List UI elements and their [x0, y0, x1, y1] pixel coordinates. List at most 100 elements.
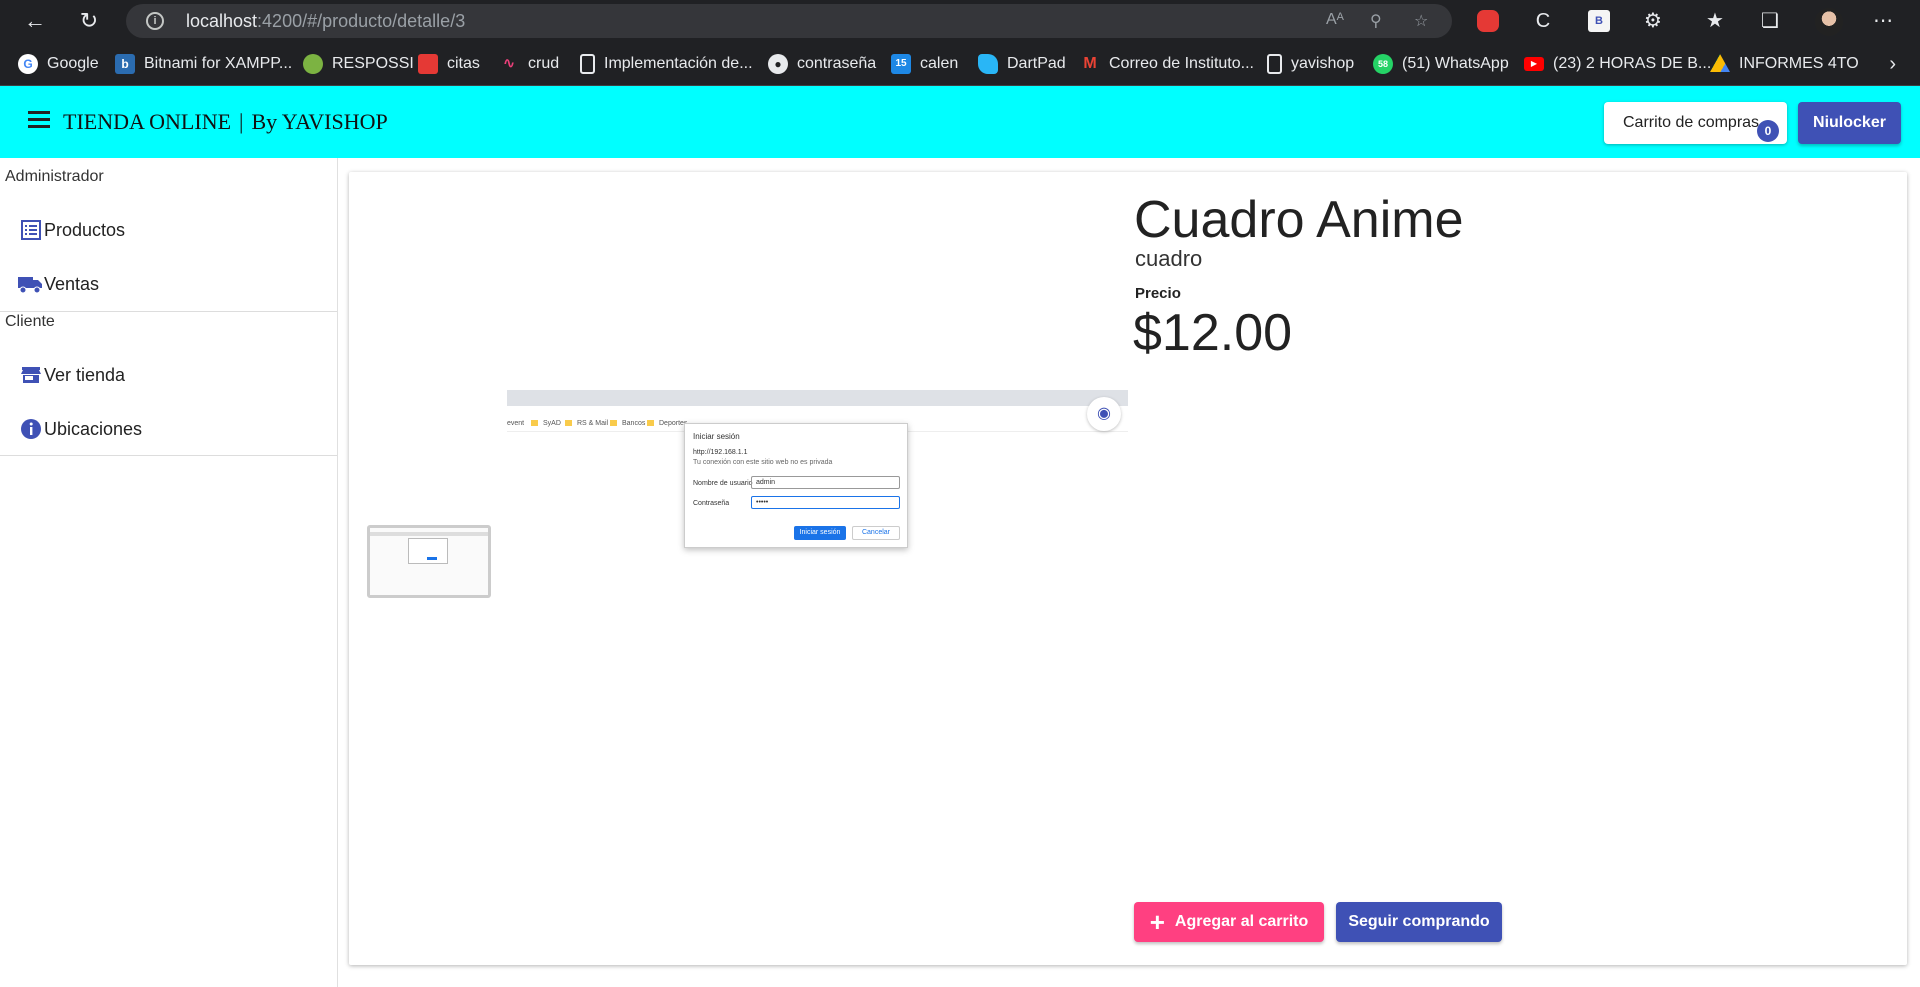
sidebar-item-label: Ventas: [44, 273, 100, 294]
calendar-icon: 15: [891, 54, 911, 74]
bookmark-label: RESPOSSI: [332, 55, 414, 72]
continue-shopping-button[interactable]: Seguir comprando: [1336, 902, 1502, 942]
image-text: admin: [751, 476, 900, 489]
product-thumbnail[interactable]: [367, 525, 491, 598]
image-text: Cancelar: [852, 526, 900, 540]
bookmark-informes[interactable]: INFORMES 4TO: [1710, 53, 1859, 75]
brand-separator: |: [239, 109, 244, 134]
product-image: event SyAD RS & Mail Bancos Deportes Ini…: [507, 390, 1128, 616]
bookmark-resposi[interactable]: RESPOSSI: [303, 53, 414, 75]
product-subtitle: cuadro: [1135, 246, 1203, 271]
chevron-right-icon[interactable]: ›: [1889, 53, 1896, 76]
sidebar-item-label: Productos: [44, 219, 126, 240]
list-icon: [18, 217, 44, 243]
section-title-admin: Administrador: [5, 168, 104, 185]
bookmark-crud[interactable]: ∿ crud: [499, 53, 559, 75]
truck-icon: [18, 271, 44, 297]
brand-title: TIENDA ONLINE | By YAVISHOP: [63, 109, 388, 135]
image-text: Iniciar sesión: [693, 432, 740, 441]
image-bookmark: Deportes: [647, 420, 687, 427]
brand-byline: By YAVISHOP: [251, 109, 388, 134]
read-aloud-icon[interactable]: Aᴬ: [1326, 11, 1344, 29]
address-bar[interactable]: i localhost:4200/#/producto/detalle/3 Aᴬ…: [126, 4, 1452, 38]
sidebar-item-ubicaciones[interactable]: Ubicaciones: [18, 415, 142, 443]
add-to-cart-button[interactable]: + Agregar al carrito: [1134, 902, 1324, 942]
bookmark-calen[interactable]: 15 calen: [891, 53, 958, 75]
bookmark-implementacion[interactable]: Implementación de...: [580, 53, 753, 75]
cart-count-badge: 0: [1757, 120, 1779, 142]
sidebar-item-ver-tienda[interactable]: Ver tienda: [18, 361, 125, 389]
sidebar-item-productos[interactable]: Productos: [18, 216, 125, 244]
bookmark-correo[interactable]: M Correo de Instituto...: [1080, 53, 1254, 75]
info-icon: [18, 416, 44, 442]
bookmark-label: citas: [447, 55, 480, 72]
bookmark-citas[interactable]: citas: [418, 53, 480, 75]
github-icon: ●: [768, 54, 788, 74]
bookmark-dartpad[interactable]: DartPad: [978, 53, 1066, 75]
profile-avatar[interactable]: [1815, 8, 1843, 36]
visual-search-icon[interactable]: ◉: [1087, 397, 1121, 431]
whatsapp-icon: 58: [1373, 54, 1393, 74]
product-price: $12.00: [1133, 304, 1293, 362]
bookmark-youtube[interactable]: ▶ (23) 2 HORAS DE B...: [1524, 53, 1711, 75]
extension-c-icon[interactable]: C: [1530, 8, 1556, 34]
price-label: Precio: [1135, 285, 1181, 302]
menu-icon[interactable]: [28, 111, 50, 129]
app-toolbar: TIENDA ONLINE | By YAVISHOP Carrito de com…: [0, 86, 1920, 158]
sidebar-item-label: Ubicaciones: [44, 418, 143, 439]
sidebar-item-ventas[interactable]: Ventas: [18, 270, 99, 298]
image-text: •••••: [751, 496, 900, 509]
extension-b-icon[interactable]: B: [1588, 10, 1610, 32]
bookmark-bitnami[interactable]: b Bitnami for XAMPP...: [115, 53, 292, 75]
plus-icon: +: [1149, 907, 1165, 937]
image-text: Contraseña: [693, 500, 730, 507]
extensions-puzzle-icon[interactable]: ⚙: [1640, 8, 1666, 34]
product-title: Cuadro Anime: [1134, 191, 1464, 249]
zoom-out-icon[interactable]: ⚲: [1370, 11, 1382, 31]
extension-stop-icon[interactable]: [1477, 10, 1499, 32]
bookmark-contrasena[interactable]: ● contraseña: [768, 53, 876, 75]
bookmark-label: yavishop: [1291, 55, 1355, 72]
bookmark-label: (23) 2 HORAS DE B...: [1553, 55, 1712, 72]
bookmark-label: INFORMES 4TO: [1739, 55, 1859, 72]
image-bookmark: Bancos: [610, 420, 645, 427]
bitnami-icon: b: [115, 54, 135, 74]
image-login-dialog: Iniciar sesión http://192.168.1.1 Tu con…: [684, 423, 908, 548]
bookmark-label: Bitnami for XAMPP...: [144, 55, 293, 72]
image-text: http://192.168.1.1: [693, 449, 748, 456]
image-text: Iniciar sesión: [794, 526, 846, 540]
divider: [0, 311, 337, 312]
bookmark-label: crud: [528, 55, 560, 72]
add-to-cart-label: Agregar al carrito: [1174, 913, 1309, 930]
bookmark-label: Implementación de...: [604, 55, 753, 72]
google-icon: G: [18, 54, 38, 74]
divider: [0, 455, 337, 456]
favorites-icon[interactable]: ★: [1702, 8, 1728, 34]
site-info-icon[interactable]: i: [146, 12, 164, 30]
bookmark-whatsapp[interactable]: 58 (51) WhatsApp: [1373, 53, 1509, 75]
favorite-add-icon[interactable]: ☆: [1414, 11, 1428, 31]
sidebar-item-label: Ver tienda: [44, 364, 126, 385]
url-host: localhost: [186, 11, 258, 31]
collections-icon[interactable]: ❏: [1757, 8, 1783, 34]
brand-name: TIENDA ONLINE: [63, 109, 232, 134]
bookmark-google[interactable]: G Google: [18, 53, 99, 75]
more-options-icon[interactable]: ⋯: [1870, 8, 1896, 34]
back-arrow-icon[interactable]: ←: [20, 6, 50, 36]
bookmark-yavishop[interactable]: yavishop: [1267, 53, 1354, 75]
image-bookmark: RS & Mail: [565, 420, 608, 427]
cart-label: Carrito de compras: [1623, 114, 1760, 131]
drive-icon: [1710, 54, 1730, 72]
reload-icon[interactable]: ↻: [74, 6, 104, 36]
bookmark-label: Google: [47, 55, 99, 72]
bookmark-label: (51) WhatsApp: [1402, 55, 1509, 72]
url-text[interactable]: localhost:4200/#/producto/detalle/3: [186, 11, 465, 32]
image-text: event: [507, 420, 525, 427]
page-icon: [580, 54, 595, 74]
image-bookmark: SyAD: [531, 420, 561, 427]
store-icon: [18, 362, 44, 388]
leaf-icon: [303, 54, 323, 74]
youtube-icon: ▶: [1524, 57, 1544, 71]
user-button[interactable]: Niulocker: [1798, 102, 1901, 144]
url-path: :4200/#/producto/detalle/3: [257, 11, 466, 31]
